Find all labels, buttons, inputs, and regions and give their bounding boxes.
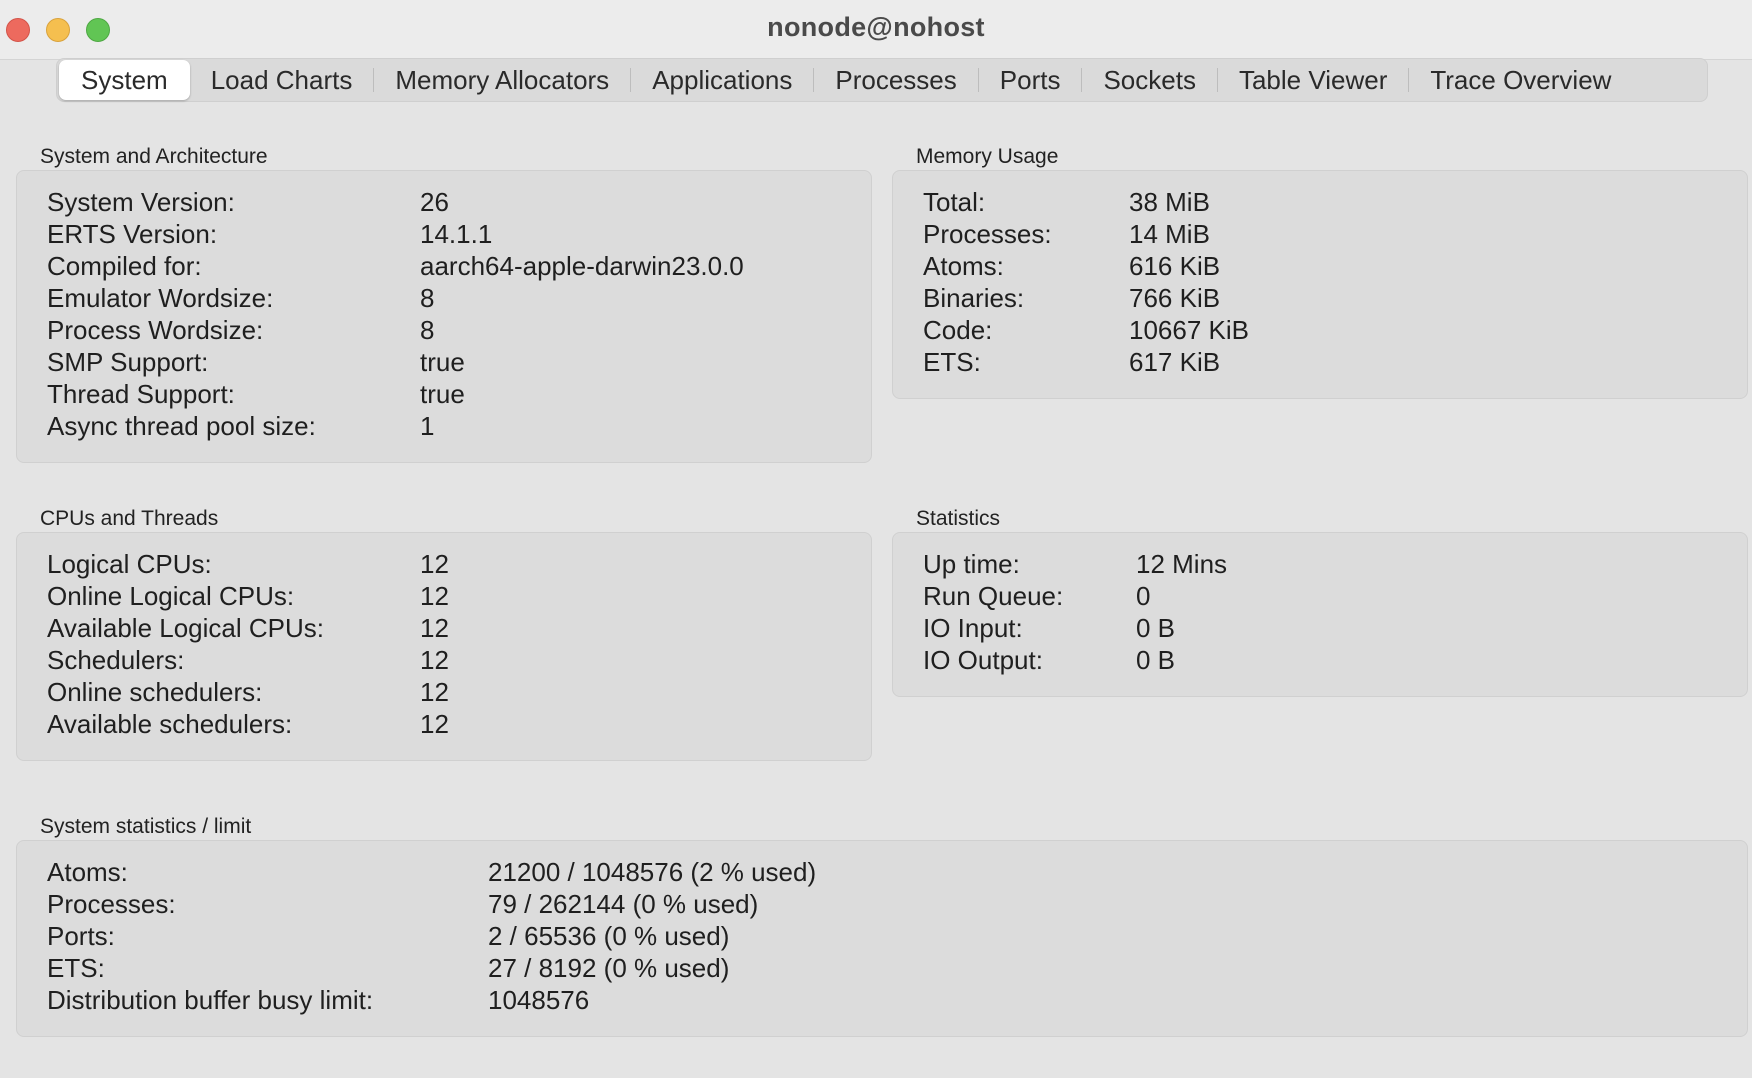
row-key: Distribution buffer busy limit: <box>47 985 374 1015</box>
row-value: 27 / 8192 (0 % used) <box>488 953 730 983</box>
system-limits-heading: System statistics / limit <box>40 815 252 838</box>
tab-processes[interactable]: Processes <box>814 60 977 100</box>
row-key: ETS: <box>923 347 981 377</box>
row-value: 12 <box>420 677 449 707</box>
statistics-heading: Statistics <box>916 507 1001 530</box>
row-value: 12 <box>420 709 449 739</box>
row-key: IO Input: <box>923 613 1023 643</box>
tab-system[interactable]: System <box>59 60 190 100</box>
statistics-panel: Up time: 12 Mins Run Queue: 0 IO Input: 0 B… <box>892 532 1748 697</box>
row-key: System Version: <box>47 187 235 217</box>
cpus-threads-panel: Logical CPUs: 12 Online Logical CPUs: 12 A… <box>16 532 872 761</box>
row-value: 2 / 65536 (0 % used) <box>488 921 730 951</box>
tab-table-viewer[interactable]: Table Viewer <box>1218 60 1408 100</box>
row-key: IO Output: <box>923 645 1043 675</box>
title-bar: nonode@nohost <box>0 0 1752 60</box>
row-value: aarch64-apple-darwin23.0.0 <box>420 251 744 281</box>
row-value: 26 <box>420 187 449 217</box>
row-key: Atoms: <box>923 251 1004 281</box>
row-key: Async thread pool size: <box>47 411 316 441</box>
row-key: ETS: <box>47 953 105 983</box>
row-key: Processes: <box>923 219 1052 249</box>
row-value: 766 KiB <box>1129 283 1221 313</box>
row-key: Total: <box>923 187 986 217</box>
tab-load-charts[interactable]: Load Charts <box>190 60 374 100</box>
row-key: Code: <box>923 315 993 345</box>
memory-usage-panel: Total: 38 MiB Processes: 14 MiB Atoms: 616 … <box>892 170 1748 399</box>
tab-trace-overview[interactable]: Trace Overview <box>1409 60 1632 100</box>
row-key: ERTS Version: <box>47 219 218 249</box>
row-key: Schedulers: <box>47 645 185 675</box>
row-value: 12 <box>420 549 449 579</box>
tab-applications[interactable]: Applications <box>631 60 813 100</box>
row-key: Available schedulers: <box>47 709 293 739</box>
row-key: SMP Support: <box>47 347 209 377</box>
observer-window: nonode@nohost System Load Charts Memory … <box>0 0 1752 1078</box>
memory-usage-heading: Memory Usage <box>916 145 1059 168</box>
row-value: 0 B <box>1136 613 1176 643</box>
row-value: 12 <box>420 613 449 643</box>
row-value: 1 <box>420 411 435 441</box>
system-architecture-heading: System and Architecture <box>40 145 268 168</box>
row-key: Atoms: <box>47 857 128 887</box>
row-value: 0 <box>1136 581 1151 611</box>
row-key: Available Logical CPUs: <box>47 613 324 643</box>
row-key: Online Logical CPUs: <box>47 581 295 611</box>
row-key: Online schedulers: <box>47 677 263 707</box>
tab-bar: System Load Charts Memory Allocators App… <box>56 58 1708 102</box>
system-limits-panel: Atoms: 21200 / 1048576 (2 % used) Process… <box>16 840 1748 1037</box>
row-value: 38 MiB <box>1129 187 1210 217</box>
row-key: Thread Support: <box>47 379 235 409</box>
row-key: Emulator Wordsize: <box>47 283 274 313</box>
row-key: Ports: <box>47 921 115 951</box>
row-key: Run Queue: <box>923 581 1064 611</box>
cpus-threads-heading: CPUs and Threads <box>40 507 219 530</box>
row-value: 12 <box>420 581 449 611</box>
row-value: 0 B <box>1136 645 1176 675</box>
row-value: 12 Mins <box>1136 549 1228 579</box>
row-value: 21200 / 1048576 (2 % used) <box>488 857 817 887</box>
row-value: 8 <box>420 283 435 313</box>
row-key: Logical CPUs: <box>47 549 212 579</box>
row-key: Processes: <box>47 889 176 919</box>
row-key: Process Wordsize: <box>47 315 264 345</box>
tab-ports[interactable]: Ports <box>979 60 1082 100</box>
row-value: 14 MiB <box>1129 219 1210 249</box>
row-value: 14.1.1 <box>420 219 493 249</box>
row-key: Binaries: <box>923 283 1025 313</box>
tab-memory-allocators[interactable]: Memory Allocators <box>374 60 630 100</box>
tab-sockets[interactable]: Sockets <box>1082 60 1217 100</box>
row-key: Up time: <box>923 549 1020 579</box>
row-value: 1048576 <box>488 985 590 1015</box>
row-value: true <box>420 379 465 409</box>
window-title: nonode@nohost <box>767 12 985 42</box>
row-value: 8 <box>420 315 435 345</box>
row-value: 79 / 262144 (0 % used) <box>488 889 759 919</box>
row-value: 617 KiB <box>1129 347 1221 377</box>
row-value: 10667 KiB <box>1129 315 1249 345</box>
row-key: Compiled for: <box>47 251 202 281</box>
row-value: true <box>420 347 465 377</box>
system-architecture-panel: System Version: 26 ERTS Version: 14.1.1 Co… <box>16 170 872 463</box>
row-value: 616 KiB <box>1129 251 1221 281</box>
row-value: 12 <box>420 645 449 675</box>
